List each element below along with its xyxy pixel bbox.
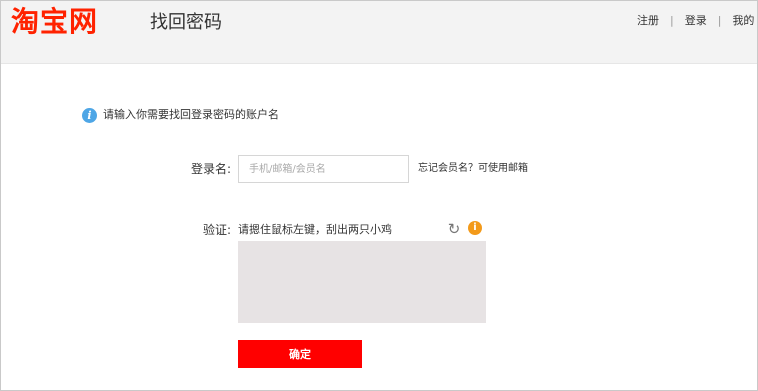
info-icon: i (82, 107, 97, 123)
captcha-label: 验证: (202, 223, 231, 237)
page-title: 找回密码 (150, 12, 222, 33)
nav-my-taobao-link[interactable]: 我的 淘 (732, 14, 758, 27)
taobao-logo[interactable]: 淘宝网 (11, 5, 98, 39)
refresh-icon[interactable]: ↻ (446, 221, 462, 237)
account-label: 登录名: (190, 162, 231, 176)
top-nav: 注册 | 登录 | 我的 淘 (637, 14, 758, 28)
forgot-username-link[interactable]: 忘记会员名？可使用邮箱 (418, 162, 528, 176)
account-input[interactable] (238, 155, 409, 183)
submit-button[interactable]: 确定 (238, 340, 362, 368)
instruction-text: 请输入你需要找回登录密码的账户名 (103, 108, 279, 121)
scratch-captcha-area[interactable] (238, 241, 486, 323)
nav-register-link[interactable]: 注册 (637, 14, 659, 27)
help-info-icon[interactable]: i (468, 221, 482, 235)
nav-separator: | (670, 14, 674, 27)
nav-separator: | (717, 14, 722, 27)
header-bar: 淘宝网 找回密码 注册 | 登录 | 我的 淘 (1, 1, 758, 64)
nav-login-link[interactable]: 登录 (685, 14, 707, 27)
instruction-hint: i 请输入你需要找回登录密码的账户名 (82, 107, 279, 123)
captcha-instruction: 请摁住鼠标左键，刮出两只小鸡 (238, 223, 392, 236)
